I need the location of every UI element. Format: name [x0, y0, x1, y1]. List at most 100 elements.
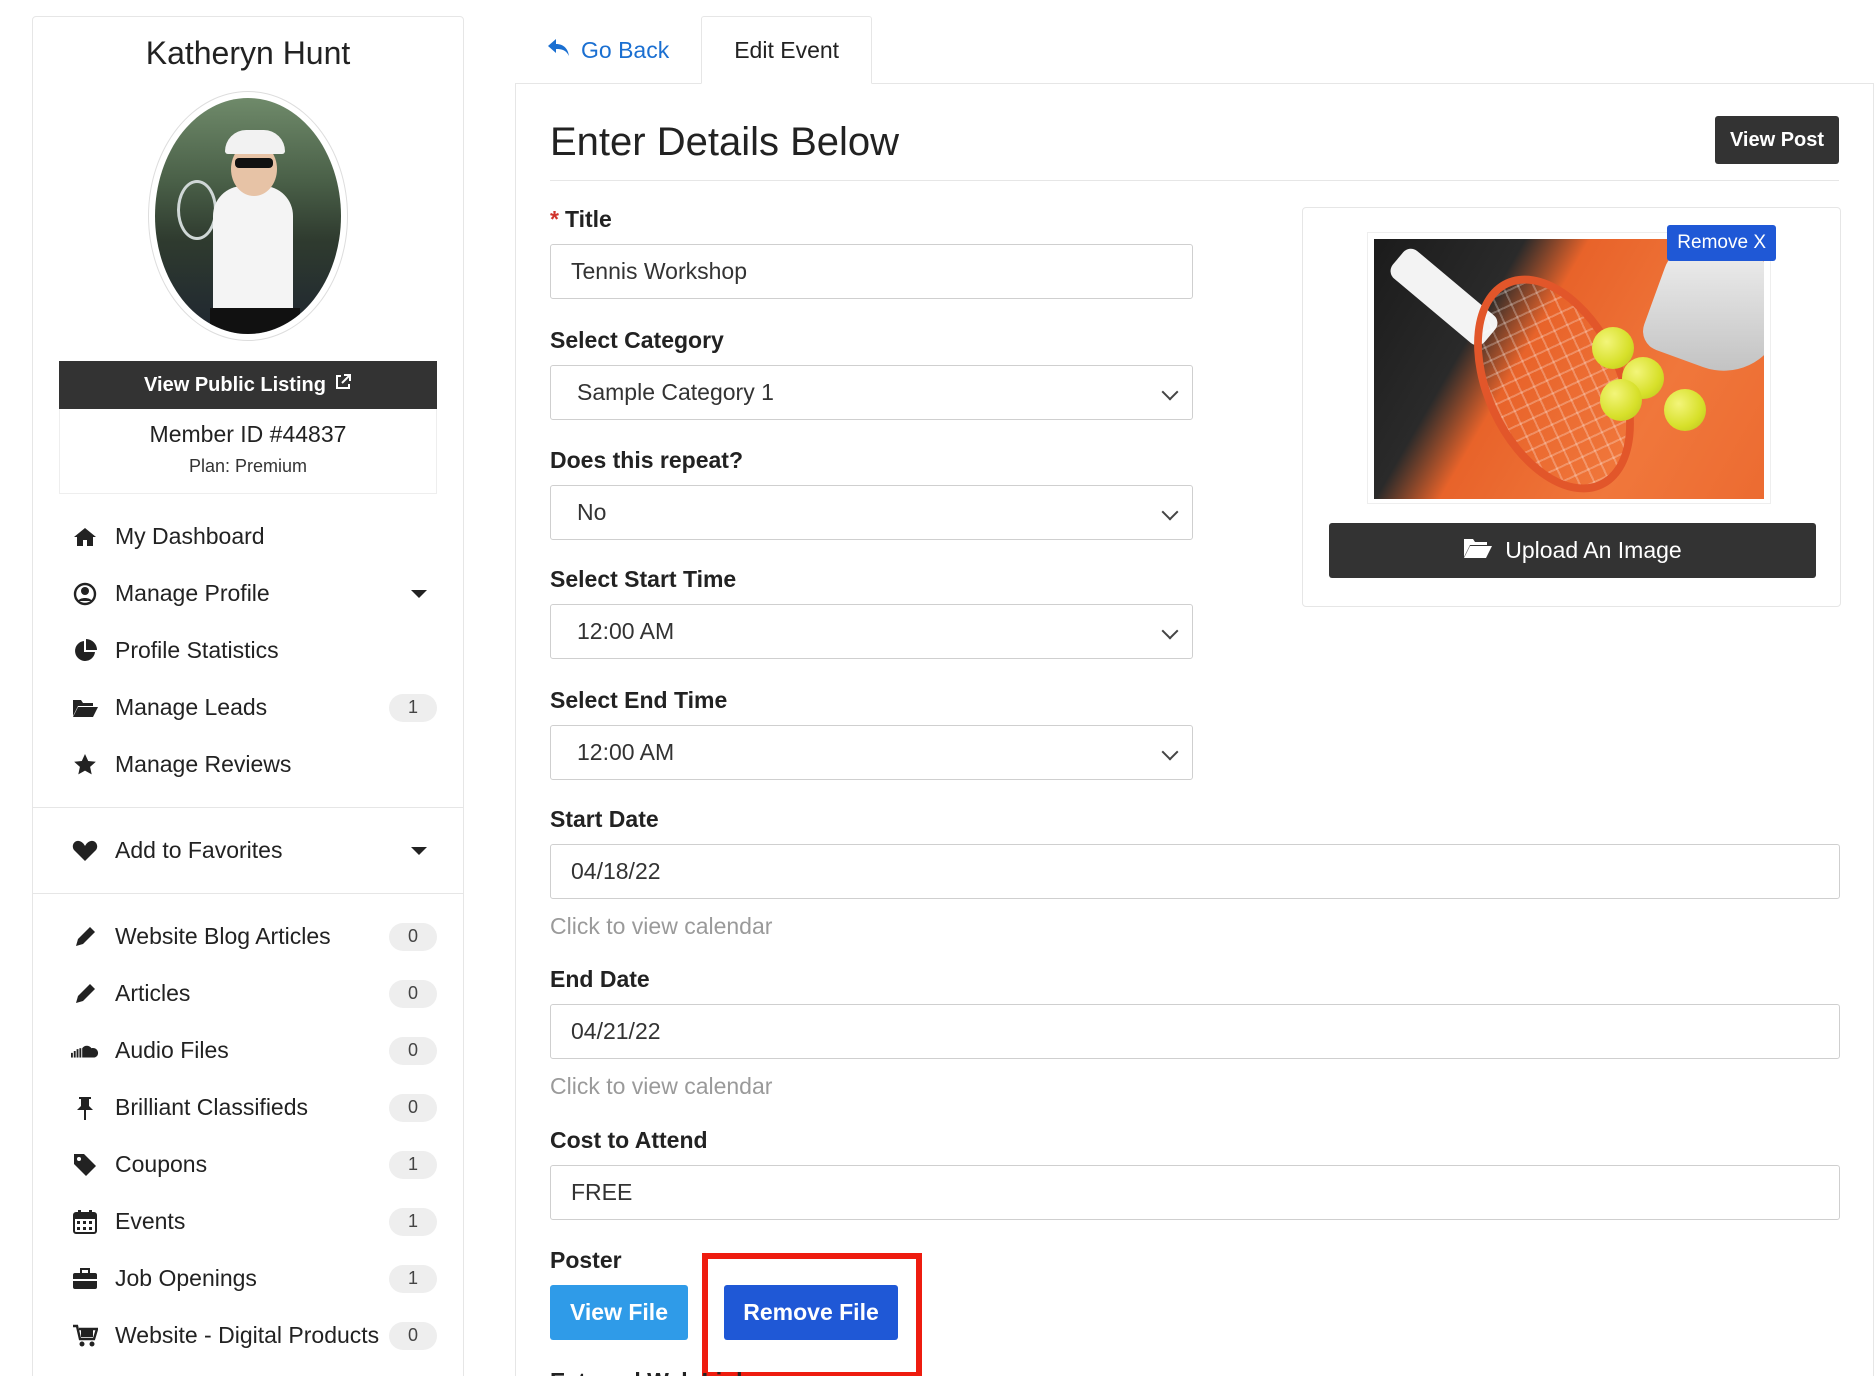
- sidebar-item-coupons[interactable]: Coupons 1: [33, 1136, 463, 1193]
- profile-name: Katheryn Hunt: [145, 35, 351, 71]
- end-date-hint: Click to view calendar: [550, 1073, 773, 1099]
- user-circle-icon: [71, 582, 99, 606]
- sidebar-item-audio-files[interactable]: Audio Files 0: [33, 1022, 463, 1079]
- soundcloud-icon: [71, 1043, 99, 1059]
- edit-event-panel: Enter Details Below View Post * Title Ten…: [515, 83, 1874, 1376]
- sidebar-item-brilliant-classifieds[interactable]: Brilliant Classifieds 0: [33, 1079, 463, 1136]
- chevron-down-icon: [1161, 622, 1179, 640]
- sidebar-nav-content: Website Blog Articles 0 Articles 0 Audio…: [33, 908, 463, 1364]
- sidebar-item-manage-reviews[interactable]: Manage Reviews: [33, 736, 463, 793]
- view-public-listing-button[interactable]: View Public Listing: [59, 361, 437, 409]
- event-image-frame: Remove X: [1367, 225, 1776, 504]
- repeat-value: No: [577, 499, 607, 525]
- start-time-label: Select Start Time: [550, 566, 737, 592]
- count-badge: 1: [389, 1264, 437, 1293]
- tag-icon: [71, 1153, 99, 1177]
- sidebar-item-label: Website Blog Articles: [115, 923, 331, 949]
- remove-image-button[interactable]: Remove X: [1667, 225, 1776, 261]
- tab-edit-event[interactable]: Edit Event: [701, 16, 873, 84]
- sidebar-item-label: Events: [115, 1208, 186, 1234]
- view-file-button[interactable]: View File: [550, 1285, 688, 1340]
- sidebar-divider: [33, 807, 463, 808]
- tab-label: Edit Event: [734, 36, 840, 63]
- required-mark: *: [550, 206, 559, 232]
- category-value: Sample Category 1: [577, 379, 774, 405]
- sidebar-item-label: My Dashboard: [115, 523, 265, 549]
- heart-icon: [71, 840, 99, 862]
- chevron-down-icon: [1161, 383, 1179, 401]
- end-date-value: 04/21/22: [571, 1018, 661, 1044]
- count-badge: 0: [389, 1093, 437, 1122]
- cart-icon: [71, 1324, 99, 1348]
- repeat-select[interactable]: No: [550, 485, 1193, 540]
- home-icon: [71, 526, 99, 548]
- sidebar-divider: [33, 893, 463, 894]
- cost-label: Cost to Attend: [550, 1127, 708, 1153]
- highlight-annotation: [702, 1253, 922, 1376]
- plan-label: Plan: Premium: [188, 456, 308, 476]
- count-badge: 1: [389, 1150, 437, 1179]
- upload-image-button[interactable]: Upload An Image: [1329, 523, 1816, 578]
- sidebar-item-label: Manage Profile: [115, 580, 270, 606]
- start-date-value: 04/18/22: [571, 858, 661, 884]
- poster-label: Poster: [550, 1247, 622, 1273]
- upload-image-label: Upload An Image: [1505, 537, 1682, 563]
- external-link-label: External Web Link: [550, 1368, 749, 1376]
- go-back-link[interactable]: Go Back: [515, 16, 701, 84]
- sidebar-item-label: Job Openings: [115, 1265, 257, 1291]
- external-link-icon: [334, 373, 352, 397]
- sidebar-item-website-digital-products[interactable]: Website - Digital Products 0: [33, 1307, 463, 1364]
- start-date-input[interactable]: 04/18/22: [550, 844, 1840, 899]
- sidebar-item-label: Audio Files: [115, 1037, 229, 1063]
- sidebar-item-events[interactable]: Events 1: [33, 1193, 463, 1250]
- title-label: * Title: [550, 206, 612, 233]
- member-id: Member ID #44837: [149, 421, 347, 447]
- sidebar-item-website-blog-articles[interactable]: Website Blog Articles 0: [33, 908, 463, 965]
- pie-chart-icon: [71, 638, 99, 663]
- category-select[interactable]: Sample Category 1: [550, 365, 1193, 420]
- count-badge: 0: [389, 922, 437, 951]
- count-badge: 0: [389, 1321, 437, 1350]
- start-date-label: Start Date: [550, 806, 659, 832]
- repeat-label: Does this repeat?: [550, 447, 743, 473]
- title-input[interactable]: Tennis Workshop: [550, 244, 1193, 299]
- start-time-select[interactable]: 12:00 AM: [550, 604, 1193, 659]
- calendar-icon: [71, 1209, 99, 1234]
- cost-input[interactable]: FREE: [550, 1165, 1840, 1220]
- folder-open-icon: [1463, 537, 1493, 565]
- start-time-value: 12:00 AM: [577, 618, 675, 644]
- thumbtack-icon: [71, 1096, 99, 1120]
- briefcase-icon: [71, 1267, 99, 1290]
- sidebar-item-manage-profile[interactable]: Manage Profile: [33, 565, 463, 622]
- star-icon: [71, 753, 99, 777]
- avatar-photo: [155, 98, 341, 334]
- sidebar-nav-favorites: Add to Favorites: [33, 822, 463, 879]
- sidebar-item-job-openings[interactable]: Job Openings 1: [33, 1250, 463, 1307]
- count-badge: 0: [389, 1036, 437, 1065]
- sidebar-item-add-to-favorites[interactable]: Add to Favorites: [33, 822, 463, 879]
- page-title: Enter Details Below: [550, 120, 900, 164]
- reply-arrow-icon: [547, 37, 571, 64]
- sidebar-item-my-dashboard[interactable]: My Dashboard: [33, 508, 463, 565]
- sidebar-item-manage-leads[interactable]: Manage Leads 1: [33, 679, 463, 736]
- sidebar-item-profile-statistics[interactable]: Profile Statistics: [33, 622, 463, 679]
- title-divider: [550, 180, 1839, 181]
- view-post-button[interactable]: View Post: [1715, 116, 1839, 164]
- end-date-label: End Date: [550, 966, 650, 992]
- go-back-label: Go Back: [581, 36, 670, 63]
- end-time-select[interactable]: 12:00 AM: [550, 725, 1193, 780]
- chevron-down-icon[interactable]: [411, 846, 427, 855]
- count-badge: 0: [389, 979, 437, 1008]
- end-date-input[interactable]: 04/21/22: [550, 1004, 1840, 1059]
- chevron-down-icon[interactable]: [411, 589, 427, 598]
- sidebar-item-label: Website - Digital Products: [115, 1322, 380, 1348]
- event-image: [1374, 239, 1764, 499]
- start-date-hint: Click to view calendar: [550, 913, 773, 939]
- sidebar-nav-main: My Dashboard Manage Profile Profile Stat…: [33, 508, 463, 793]
- end-time-label: Select End Time: [550, 687, 728, 713]
- sidebar-item-label: Add to Favorites: [115, 837, 283, 863]
- sidebar-item-articles[interactable]: Articles 0: [33, 965, 463, 1022]
- sidebar-item-label: Brilliant Classifieds: [115, 1094, 309, 1120]
- sidebar-item-label: Manage Leads: [115, 694, 268, 720]
- avatar[interactable]: [148, 91, 348, 341]
